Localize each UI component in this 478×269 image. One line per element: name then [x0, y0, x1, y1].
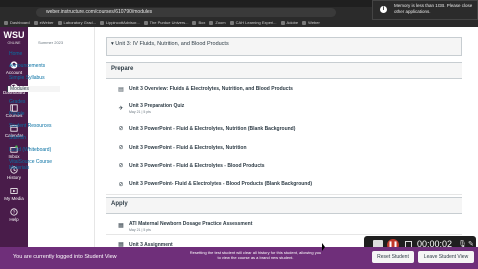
link-icon: ⊘	[118, 145, 124, 151]
help-icon: ?	[10, 208, 18, 216]
reset-student-button[interactable]: Reset Student	[372, 251, 414, 263]
module-item-title[interactable]: Unit 3 PowerPoint - Fluid & Electrolytes…	[129, 145, 247, 151]
bookmark-icon	[57, 20, 62, 25]
media-icon	[10, 188, 18, 194]
assignment-icon: ▦	[118, 223, 124, 229]
link-icon: ⊘	[118, 182, 124, 188]
link-icon: ⊘	[118, 163, 124, 169]
module-title: ▾ Unit 3: IV Fluids, Nutrition, and Bloo…	[111, 41, 229, 47]
bookmark-item[interactable]: Dashboard	[4, 20, 30, 25]
right-gutter	[464, 27, 478, 247]
nav-divider	[94, 27, 95, 247]
module-item-title[interactable]: Unit 3 PowerPoint - Fluid & Electrolytes…	[129, 126, 295, 132]
bookmark-icon	[33, 20, 38, 25]
bookmark-icon	[4, 20, 8, 25]
bookmark-item[interactable]: Weber	[302, 20, 320, 25]
course-nav-vitalsource[interactable]: VitalSource Course Materials	[9, 159, 61, 171]
mouse-cursor-icon	[322, 243, 325, 251]
student-view-reset-note: Resetting the test student will clear al…	[189, 250, 322, 260]
section-header-apply	[106, 197, 462, 214]
module-item-title[interactable]: Unit 3 PowerPoint- Fluid & Electrolytes …	[129, 181, 312, 187]
address-bar[interactable]: weber.instructure.com/courses/610790/mod…	[36, 8, 336, 17]
bookmark-item[interactable]: Box	[192, 20, 205, 25]
bookmark-item[interactable]: Zoom	[209, 20, 226, 25]
nav-my-media[interactable]: My Media	[0, 187, 28, 201]
bookmark-icon	[209, 20, 214, 25]
course-nav-lucid[interactable]: Lucid (Whiteboard)	[9, 147, 51, 153]
module-item-meta: May 21 | 5 pts	[129, 110, 151, 114]
svg-text:?: ?	[13, 210, 16, 216]
course-nav-grades[interactable]: Grades	[9, 99, 25, 105]
course-nav-student-resources[interactable]: Student Resources	[9, 123, 52, 129]
module-item-meta: May 21 | 5 pts	[129, 228, 151, 232]
bookmark-icon	[280, 20, 285, 25]
course-nav-syllabus[interactable]: Simple Syllabus	[9, 75, 45, 81]
module-item-title[interactable]: ATI Maternal Newborn Dosage Practice Ass…	[129, 221, 252, 227]
wsu-logo[interactable]: WSU	[0, 30, 28, 40]
bookmark-item[interactable]: The Purdue Univers...	[143, 20, 188, 25]
bookmark-item[interactable]: Laboratory Grad...	[57, 20, 96, 25]
info-icon: i	[380, 6, 387, 13]
course-nav-announcements[interactable]: Announcements	[9, 63, 45, 69]
course-nav-people[interactable]: People	[9, 111, 25, 117]
course-term: Summer 2023	[38, 40, 64, 45]
page-icon: ▤	[118, 87, 124, 93]
bookmark-icon	[143, 20, 148, 25]
bookmark-icon	[229, 20, 234, 25]
leave-student-view-button[interactable]: Leave Student View	[418, 251, 474, 263]
bookmark-icon	[192, 20, 197, 25]
bookmark-icon	[302, 20, 307, 25]
student-view-message: You are currently logged into Student Vi…	[13, 254, 117, 260]
section-label: Apply	[111, 201, 128, 207]
logo-subtitle: ONLINE	[7, 41, 21, 45]
nav-help[interactable]: ? Help	[0, 208, 28, 222]
bookmark-item[interactable]: CAH Learning Experi...	[229, 20, 277, 25]
course-nav-home[interactable]: Home	[9, 51, 22, 57]
section-header-prepare	[106, 62, 462, 79]
quiz-icon: ✈	[118, 106, 124, 112]
course-nav-starfish[interactable]: Starfish	[9, 135, 26, 141]
module-item-title[interactable]: Unit 3 Overview: Fluids & Electrolytes, …	[129, 86, 293, 92]
bookmark-item[interactable]: LippincottAdvisor...	[99, 20, 140, 25]
course-navigation	[28, 27, 88, 247]
module-item-title[interactable]: Unit 3 Preparation Quiz	[129, 103, 184, 109]
bookmark-icon	[99, 20, 104, 25]
notification-text: Memory is less than 1GB. Please close ot…	[394, 3, 473, 14]
course-nav-modules[interactable]: Modules	[7, 86, 60, 92]
bookmark-item[interactable]: eWeber	[33, 20, 54, 25]
bookmark-item[interactable]: Adobe	[280, 20, 298, 25]
link-icon: ⊘	[118, 126, 124, 132]
section-label: Prepare	[111, 66, 134, 72]
module-item-title[interactable]: Unit 3 PowerPoint - Fluid & Electrolytes…	[129, 163, 265, 169]
